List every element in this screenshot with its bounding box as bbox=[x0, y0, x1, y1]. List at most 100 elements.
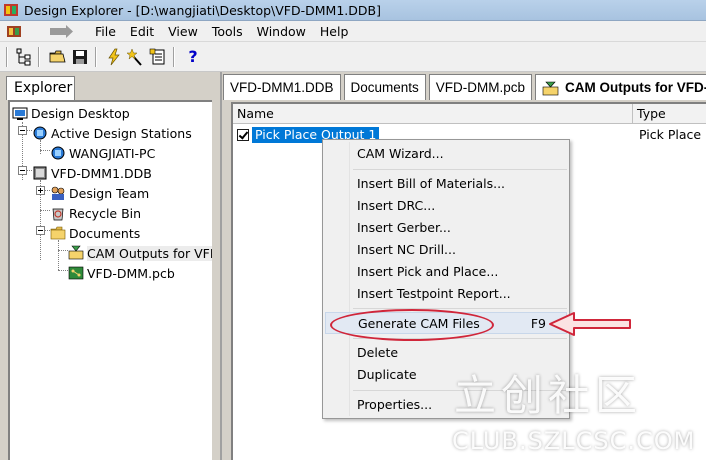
database-icon bbox=[32, 165, 48, 181]
tab-cam-outputs[interactable]: CAM Outputs for VFD-D bbox=[535, 74, 706, 100]
recycle-bin-icon bbox=[50, 205, 66, 221]
menu-item-cam-wizard[interactable]: CAM Wizard... bbox=[325, 143, 567, 165]
tree-item-wangjiati-pc[interactable]: WANGJIATI-PC bbox=[50, 144, 155, 162]
row-enable-checkbox[interactable] bbox=[237, 129, 249, 141]
tree-item-label: VFD-DMM1.DDB bbox=[51, 165, 152, 181]
tree-item-label: Recycle Bin bbox=[69, 205, 142, 221]
menu-file[interactable]: File bbox=[88, 21, 123, 42]
tree-connector bbox=[58, 240, 59, 270]
wand-icon[interactable] bbox=[126, 48, 145, 66]
open-folder-icon[interactable] bbox=[49, 48, 67, 66]
menu-item-insert-gerber[interactable]: Insert Gerber... bbox=[325, 217, 567, 239]
tree-item-label: VFD-DMM.pcb bbox=[87, 265, 175, 281]
tree-item-recycle-bin[interactable]: Recycle Bin bbox=[50, 204, 141, 222]
tree-item-label: Active Design Stations bbox=[51, 125, 192, 141]
workstations-icon bbox=[32, 125, 48, 141]
row-type: Pick Place bbox=[639, 127, 702, 142]
tree-collapse-vfd-ddb[interactable] bbox=[18, 166, 27, 175]
menu-bar: File Edit View Tools Window Help bbox=[0, 21, 706, 42]
tree-expand-design-team[interactable] bbox=[36, 186, 45, 195]
toolbar-separator bbox=[38, 47, 40, 67]
tree-collapse-active-stations[interactable] bbox=[18, 126, 27, 135]
document-list-icon[interactable] bbox=[149, 48, 167, 66]
menu-item-label: Insert Gerber... bbox=[357, 220, 451, 235]
tab-documents[interactable]: Documents bbox=[343, 74, 426, 100]
watermark-url: CLUB.SZLCSC.COM bbox=[452, 427, 696, 455]
team-icon bbox=[50, 185, 66, 201]
tab-cam-outputs-label: CAM Outputs for VFD-D bbox=[565, 80, 706, 95]
tree-connector bbox=[40, 150, 50, 151]
tree-item-label: WANGJIATI-PC bbox=[69, 145, 156, 161]
explorer-panel: Explorer Design Desktop Active Design St… bbox=[0, 72, 214, 460]
tab-vfd-ddb[interactable]: VFD-DMM1.DDB bbox=[223, 74, 341, 100]
tree-connector bbox=[40, 210, 50, 211]
tree-item-label: Documents bbox=[69, 225, 141, 241]
folder-icon bbox=[50, 225, 66, 241]
tree-item-vfd-dmm-pcb[interactable]: VFD-DMM.pcb bbox=[68, 264, 175, 282]
window-title: Design Explorer - [D:\wangjiati\Desktop\… bbox=[24, 2, 381, 18]
panel-splitter[interactable] bbox=[214, 72, 223, 460]
tree-item-active-design-stations[interactable]: Active Design Stations bbox=[32, 124, 192, 142]
explorer-tree: Design Desktop Active Design Stations WA… bbox=[8, 100, 212, 460]
tree-connector bbox=[58, 250, 68, 251]
workstation-icon bbox=[50, 145, 66, 161]
tab-vfd-pcb[interactable]: VFD-DMM.pcb bbox=[428, 74, 533, 100]
tree-item-design-desktop[interactable]: Design Desktop bbox=[12, 104, 130, 122]
tree-item-label: CAM Outputs for VFD bbox=[87, 245, 212, 261]
cam-outputs-icon bbox=[68, 245, 84, 261]
tree-item-design-team[interactable]: Design Team bbox=[50, 184, 149, 202]
explorer-tab[interactable]: Explorer bbox=[6, 76, 75, 100]
lightning-icon[interactable] bbox=[105, 48, 123, 66]
menu-item-insert-testpoint[interactable]: Insert Testpoint Report... bbox=[325, 283, 567, 305]
grid-header: Name Type bbox=[233, 104, 706, 124]
tree-connector bbox=[58, 270, 68, 271]
menu-item-insert-drc[interactable]: Insert DRC... bbox=[325, 195, 567, 217]
menu-item-delete[interactable]: Delete bbox=[325, 342, 567, 364]
tree-item-label: Design Desktop bbox=[31, 105, 130, 121]
pcb-icon bbox=[68, 265, 84, 281]
menu-edit[interactable]: Edit bbox=[123, 21, 161, 42]
title-bar[interactable]: Design Explorer - [D:\wangjiati\Desktop\… bbox=[0, 0, 706, 21]
menu-item-label: Properties... bbox=[357, 397, 433, 412]
tree-item-label: Design Team bbox=[69, 185, 150, 201]
column-header-type[interactable]: Type bbox=[633, 104, 706, 124]
tree-connector bbox=[40, 140, 41, 154]
menu-item-label: CAM Wizard... bbox=[357, 146, 444, 161]
help-question-icon[interactable]: ? bbox=[184, 48, 202, 66]
desktop-icon bbox=[12, 105, 28, 121]
menu-item-label: Insert Pick and Place... bbox=[357, 264, 499, 279]
app-logo-icon bbox=[3, 3, 19, 17]
toolbar-grip bbox=[6, 47, 8, 67]
menu-help[interactable]: Help bbox=[313, 21, 356, 42]
tree-item-cam-outputs[interactable]: CAM Outputs for VFD bbox=[68, 244, 212, 262]
toolbar-separator bbox=[173, 47, 175, 67]
annotation-arrow-icon bbox=[549, 312, 631, 336]
tree-item-documents[interactable]: Documents bbox=[50, 224, 140, 242]
system-menu-icon[interactable] bbox=[6, 24, 22, 39]
menu-item-insert-pick-place[interactable]: Insert Pick and Place... bbox=[325, 261, 567, 283]
cam-outputs-icon bbox=[542, 80, 559, 96]
menu-window[interactable]: Window bbox=[250, 21, 313, 42]
menu-item-label: Duplicate bbox=[357, 367, 417, 382]
toolbar-separator bbox=[95, 47, 97, 67]
back-arrow-icon[interactable] bbox=[48, 24, 74, 39]
menu-item-label: Insert Bill of Materials... bbox=[357, 176, 506, 191]
menu-item-label: Insert DRC... bbox=[357, 198, 436, 213]
menu-item-shortcut: F9 bbox=[530, 316, 546, 331]
watermark-chinese: 立创社区 bbox=[454, 371, 643, 420]
document-tabs: VFD-DMM1.DDB Documents VFD-DMM.pcb CAM O… bbox=[223, 74, 706, 100]
save-disk-icon[interactable] bbox=[71, 48, 89, 66]
menu-tools[interactable]: Tools bbox=[205, 21, 250, 42]
tree-toggle-icon[interactable] bbox=[15, 48, 33, 66]
toolbar: ? bbox=[0, 42, 706, 72]
splitter-bar bbox=[220, 72, 222, 460]
tree-item-vfd-ddb[interactable]: VFD-DMM1.DDB bbox=[32, 164, 152, 182]
menu-item-label: Insert Testpoint Report... bbox=[357, 286, 511, 301]
menu-item-label: Insert NC Drill... bbox=[357, 242, 456, 257]
menu-separator bbox=[353, 169, 567, 170]
column-header-name[interactable]: Name bbox=[233, 104, 633, 124]
menu-view[interactable]: View bbox=[161, 21, 205, 42]
menu-item-insert-nc-drill[interactable]: Insert NC Drill... bbox=[325, 239, 567, 261]
tree-collapse-documents[interactable] bbox=[36, 226, 45, 235]
menu-item-insert-bom[interactable]: Insert Bill of Materials... bbox=[325, 173, 567, 195]
